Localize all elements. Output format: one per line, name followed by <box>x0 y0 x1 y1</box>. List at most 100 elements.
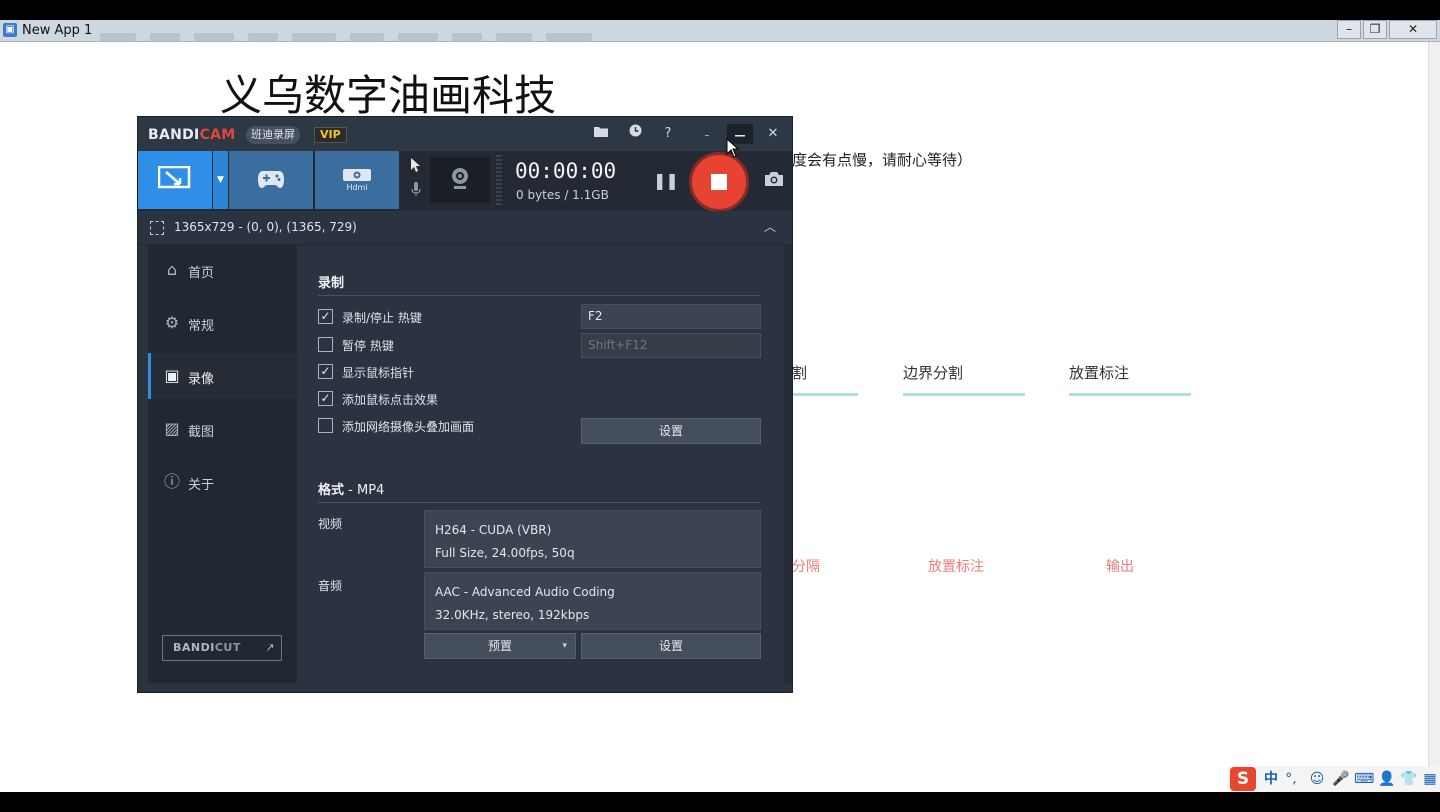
page-step-place-label[interactable]: 放置标注 <box>928 556 984 576</box>
checkbox-label: 添加鼠标点击效果 <box>342 393 439 407</box>
ime-user-icon[interactable]: 👤 <box>1378 770 1396 788</box>
webcam-toggle-button[interactable] <box>430 157 490 203</box>
host-scrollbar[interactable] <box>1428 42 1440 792</box>
hdmi-record-mode-button[interactable]: Hdmi <box>315 151 399 209</box>
vip-badge: VIP <box>314 127 347 143</box>
checkbox-label: 添加网络摄像头叠加画面 <box>342 420 475 434</box>
checkbox-label: 录制/停止 热键 <box>342 311 422 325</box>
section-divider <box>318 295 761 296</box>
microphone-toggle-icon[interactable] <box>406 181 426 201</box>
sogou-logo-icon[interactable]: S <box>1230 767 1256 791</box>
app-icon: ▣ <box>3 23 17 37</box>
game-record-mode-button[interactable] <box>229 151 313 209</box>
record-stop-button[interactable] <box>689 152 749 212</box>
ime-chinese-mode[interactable]: 中 <box>1262 770 1280 788</box>
bandicut-link-button[interactable]: BANDICUT ↗ <box>162 635 282 661</box>
host-close-button[interactable]: ✕ <box>1389 20 1437 39</box>
ime-toolbox-icon[interactable]: ▦ <box>1422 770 1438 788</box>
clock-icon[interactable] <box>625 124 645 144</box>
record-hotkey-field[interactable]: F2 <box>581 304 761 329</box>
sidebar-item-home[interactable]: ⌂ 首页 <box>148 247 297 293</box>
checkbox-box[interactable] <box>318 418 333 433</box>
host-titlebar: ▣ New App 1 – ❐ ✕ <box>0 20 1440 42</box>
webcam-settings-button[interactable]: 设置 <box>581 418 761 444</box>
ime-punctuation-icon[interactable]: °, <box>1284 770 1298 788</box>
mode-dropdown-button[interactable]: ▼ <box>213 151 228 209</box>
toolbar-grip <box>496 155 502 205</box>
panel-scrollbar[interactable] <box>784 245 792 683</box>
info-icon: ⓘ <box>163 472 180 491</box>
folder-icon[interactable] <box>591 124 611 144</box>
audio-label: 音频 <box>318 579 343 593</box>
pause-button[interactable]: ❚❚ <box>653 171 679 191</box>
webcam-icon <box>452 168 468 189</box>
ime-emoji-icon[interactable]: ☺ <box>1308 770 1326 788</box>
ime-skin-icon[interactable]: 👕 <box>1400 770 1418 788</box>
recording-size: 0 bytes / 1.1GB <box>516 188 609 202</box>
host-window-title: New App 1 <box>22 23 93 38</box>
checkbox-box[interactable]: ✓ <box>318 364 333 379</box>
video-codec: H264 - CUDA (VBR) <box>435 523 552 537</box>
gear-icon: ⚙ <box>164 313 180 332</box>
ime-voice-icon[interactable]: 🎤 <box>1332 770 1349 788</box>
page-notice: 度会有点慢，请耐心等待） <box>792 151 973 169</box>
ime-toolbar: S 中 °, ☺ 🎤 ⌨ 👤 👕 ▦ <box>1228 766 1440 792</box>
page-step-separate[interactable]: 分隔 <box>792 556 820 576</box>
record-section-title: 录制 <box>318 276 345 291</box>
brand-badge: 班迪录屏 <box>246 126 300 144</box>
host-maximize-button[interactable]: ❐ <box>1363 20 1387 39</box>
screenshot-camera-icon[interactable] <box>762 171 786 191</box>
checkbox-box[interactable] <box>318 337 333 352</box>
screenshot-icon: ▨ <box>164 419 180 438</box>
desktop-screen: ▣ New App 1 – ❐ ✕ 义乌数字油画科技 度会有点慢，请耐心等待） … <box>0 0 1440 812</box>
mini-mode-icon[interactable] <box>697 124 717 144</box>
bandicam-window: BANDICAM 班迪录屏 VIP ? ✕ ▼ Hdmi 00:00:00 0 … <box>137 116 793 693</box>
close-icon[interactable]: ✕ <box>763 124 783 144</box>
audio-codec: AAC - Advanced Audio Coding <box>435 585 615 599</box>
sidebar-item-general[interactable]: ⚙ 常规 <box>148 300 297 346</box>
page-tab-place-label[interactable]: 放置标注 <box>1069 362 1191 396</box>
mouse-cursor-icon <box>726 137 740 162</box>
sidebar-item-label: 关于 <box>188 478 215 493</box>
sidebar-item-about[interactable]: ⓘ 关于 <box>148 459 297 505</box>
preset-dropdown-button[interactable]: 预置 ▾ <box>424 633 576 659</box>
help-icon[interactable]: ? <box>658 124 678 144</box>
chevron-down-icon: ▾ <box>562 641 567 651</box>
sidebar-item-video[interactable]: ▣ 录像 <box>148 353 297 399</box>
audio-codec-box[interactable]: AAC - Advanced Audio Coding 32.0KHz, ste… <box>424 572 761 630</box>
page-heading: 义乌数字油画科技 <box>220 71 557 120</box>
home-icon: ⌂ <box>166 260 178 279</box>
sidebar-item-label: 录像 <box>188 372 215 387</box>
video-settings-panel: 录制 ✓ 录制/停止 热键 暂停 热键 ✓ 显示鼠标指针 ✓ 添加鼠标点击效果 … <box>297 245 792 683</box>
page-step-output[interactable]: 输出 <box>1106 556 1134 576</box>
video-codec-box[interactable]: H264 - CUDA (VBR) Full Size, 24.00fps, 5… <box>424 510 761 568</box>
screen-record-mode-button[interactable] <box>138 151 212 209</box>
gamepad-icon <box>258 171 284 188</box>
settings-sidebar: ⌂ 首页 ⚙ 常规 ▣ 录像 ▨ 截图 ⓘ 关于 BANDICUT ↗ <box>148 245 297 683</box>
recording-timer: 00:00:00 <box>515 159 617 183</box>
chevron-up-icon[interactable]: ︿ <box>764 218 776 235</box>
hdmi-label: Hdmi <box>346 183 368 192</box>
pause-hotkey-field[interactable]: Shift+F12 <box>581 333 761 358</box>
host-menu-bar-blurred <box>100 26 1320 41</box>
bandicam-toolbar: ▼ Hdmi 00:00:00 0 bytes / 1.1GB ❚❚ <box>138 151 792 212</box>
screen-region-icon <box>158 166 191 189</box>
page-tab-partial[interactable]: 割 <box>792 362 858 396</box>
host-minimize-button[interactable]: – <box>1337 20 1361 39</box>
format-settings-button[interactable]: 设置 <box>581 633 761 659</box>
capture-region-bar[interactable]: 1365x729 - (0, 0), (1365, 729) ︿ <box>138 211 792 245</box>
sidebar-item-screenshot[interactable]: ▨ 截图 <box>148 406 297 452</box>
format-section-title: 格式 - MP4 <box>318 483 385 498</box>
checkbox-box[interactable]: ✓ <box>318 391 333 406</box>
external-link-icon: ↗ <box>265 641 275 654</box>
audio-detail: 32.0KHz, stereo, 192kbps <box>435 608 590 622</box>
stop-icon <box>711 174 727 190</box>
video-settings-icon: ▣ <box>164 366 180 385</box>
ime-keyboard-icon[interactable]: ⌨ <box>1354 770 1374 788</box>
page-tab-boundary-split[interactable]: 边界分割 <box>903 362 1025 396</box>
mouse-cursor-toggle-icon[interactable] <box>406 157 426 177</box>
sidebar-item-label: 常规 <box>188 319 215 334</box>
checkbox-box[interactable]: ✓ <box>318 309 333 324</box>
sidebar-item-label: 首页 <box>188 266 215 281</box>
video-label: 视频 <box>318 517 343 531</box>
